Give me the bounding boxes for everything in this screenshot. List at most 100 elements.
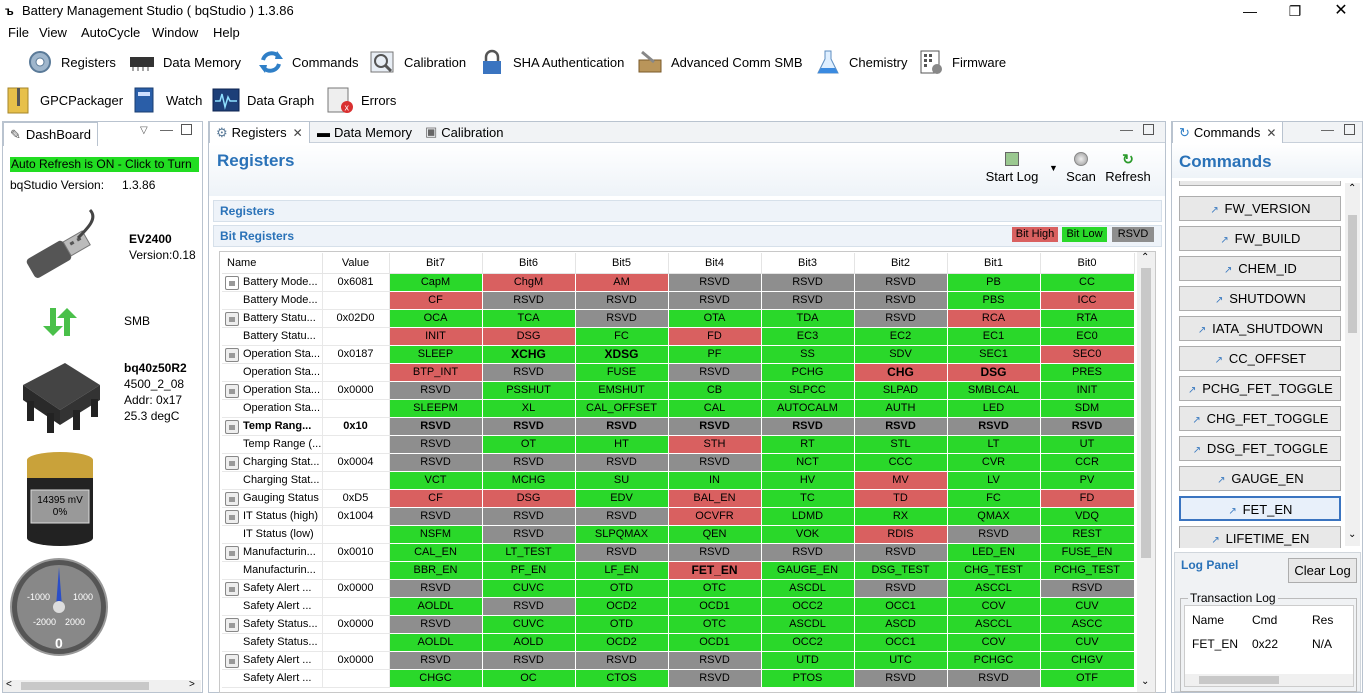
bit-cell[interactable]: DSG <box>947 363 1041 382</box>
bit-cell[interactable]: RSVD <box>854 579 948 598</box>
bit-cell[interactable]: RSVD <box>575 309 669 328</box>
bit-cell[interactable]: SEC0 <box>1040 345 1135 364</box>
bit-cell[interactable]: RSVD <box>389 507 483 526</box>
commands-vscrollbar[interactable]: ⌃ ⌄ <box>1345 183 1360 546</box>
register-row[interactable]: Safety Alert ... CHGC OC CTOS RSVD PTOS RSVD RS… <box>222 669 1135 688</box>
scroll-right-icon[interactable]: > <box>189 679 195 690</box>
bit-cell[interactable]: RSVD <box>389 579 483 598</box>
toolbar-calibration[interactable]: Calibration <box>369 44 466 80</box>
column-header[interactable]: Bit3 <box>761 253 855 274</box>
bit-cell[interactable]: RSVD <box>482 363 576 382</box>
bit-cell[interactable]: RDIS <box>854 525 948 544</box>
bit-cell[interactable]: EC1 <box>947 327 1041 346</box>
bit-cell[interactable]: OC <box>482 669 576 688</box>
bit-cell[interactable]: XCHG <box>482 345 576 364</box>
clear-log-button[interactable]: Clear Log <box>1288 558 1357 583</box>
bit-cell[interactable]: EC0 <box>1040 327 1135 346</box>
bit-cell[interactable]: RSVD <box>761 273 855 292</box>
start-log-button[interactable]: Start Log <box>985 152 1039 184</box>
lock-icon[interactable] <box>225 545 239 560</box>
bit-cell[interactable]: VOK <box>761 525 855 544</box>
bit-cell[interactable]: DSG_TEST <box>854 561 948 580</box>
scroll-up-icon[interactable]: ⌃ <box>1348 183 1356 194</box>
bit-cell[interactable]: LF_EN <box>575 561 669 580</box>
scan-button[interactable]: Scan <box>1066 152 1096 184</box>
column-header[interactable]: Bit0 <box>1040 253 1135 274</box>
bit-cell[interactable]: OCD2 <box>575 597 669 616</box>
bit-cell[interactable]: RSVD <box>947 417 1041 436</box>
register-row[interactable]: IT Status (high) 0x1004 RSVD RSVD RSVD OCVFR L… <box>222 507 1135 526</box>
bit-cell[interactable]: CAL_EN <box>389 543 483 562</box>
column-header[interactable]: Bit6 <box>482 253 576 274</box>
toolbar-commands[interactable]: Commands <box>257 44 358 80</box>
bit-cell[interactable]: ASCDL <box>761 615 855 634</box>
bit-cell[interactable]: RSVD <box>854 309 948 328</box>
lock-icon[interactable] <box>225 491 239 506</box>
tab-dashboard[interactable]: ✎ DashBoard <box>3 122 98 146</box>
register-row[interactable]: Battery Mode... 0x6081 CapM ChgM AM RSVD RSVD R… <box>222 273 1135 292</box>
bit-cell[interactable]: CC <box>1040 273 1135 292</box>
bit-cell[interactable]: EC3 <box>761 327 855 346</box>
register-row[interactable]: Operation Sta... 0x0187 SLEEP XCHG XDSG PF SS S… <box>222 345 1135 364</box>
bit-cell[interactable]: RSVD <box>1040 579 1135 598</box>
lock-icon[interactable] <box>225 347 239 362</box>
register-value[interactable] <box>322 525 390 544</box>
bit-cell[interactable]: REST <box>1040 525 1135 544</box>
command-button-chg-fet-toggle[interactable]: ↗ CHG_FET_TOGGLE <box>1179 406 1341 431</box>
maximize-view-icon[interactable] <box>1344 124 1355 135</box>
bit-cell[interactable]: ChgM <box>482 273 576 292</box>
bit-cell[interactable]: ASCC <box>1040 615 1135 634</box>
register-row[interactable]: IT Status (low) NSFM RSVD SLPQMAX QEN VOK RDIS… <box>222 525 1135 544</box>
bit-cell[interactable]: RSVD <box>575 651 669 670</box>
register-value[interactable]: 0x02D0 <box>322 309 390 328</box>
bit-cell[interactable]: AOLD <box>482 633 576 652</box>
bit-cell[interactable]: OTD <box>575 615 669 634</box>
tab-commands[interactable]: ↻ Commands ✕ <box>1172 121 1284 143</box>
column-header[interactable]: Bit2 <box>854 253 948 274</box>
bit-cell[interactable]: RSVD <box>575 417 669 436</box>
bit-cell[interactable]: SLPQMAX <box>575 525 669 544</box>
refresh-button[interactable]: ↻ Refresh <box>1105 152 1151 184</box>
register-value[interactable] <box>322 363 390 382</box>
bit-cell[interactable]: RSVD <box>668 273 762 292</box>
bit-cell[interactable]: CB <box>668 381 762 400</box>
bit-cell[interactable]: EDV <box>575 489 669 508</box>
command-button-fet-en[interactable]: ↗ FET_EN <box>1179 496 1341 521</box>
bit-cell[interactable]: RSVD <box>668 417 762 436</box>
view-menu-icon[interactable]: ▽ <box>140 125 148 136</box>
bit-cell[interactable]: ASCD <box>854 615 948 634</box>
bit-cell[interactable]: QMAX <box>947 507 1041 526</box>
register-value[interactable]: 0x0000 <box>322 381 390 400</box>
start-log-dropdown-icon[interactable]: ▼ <box>1049 163 1058 173</box>
bit-cell[interactable]: STH <box>668 435 762 454</box>
register-row[interactable]: Manufacturin... BBR_EN PF_EN LF_EN FET_EN GAU… <box>222 561 1135 580</box>
auto-refresh-toggle[interactable]: Auto Refresh is ON - Click to Turn <box>10 157 199 172</box>
bit-cell[interactable]: RSVD <box>389 435 483 454</box>
toolbar-advanced-comm-smb[interactable]: Advanced Comm SMB <box>636 44 803 80</box>
bit-cell[interactable]: LV <box>947 471 1041 490</box>
bit-cell[interactable]: INIT <box>389 327 483 346</box>
bit-cell[interactable]: TC <box>761 489 855 508</box>
bit-cell[interactable]: OCVFR <box>668 507 762 526</box>
bit-cell[interactable]: HT <box>575 435 669 454</box>
bit-cell[interactable]: AOLDL <box>389 633 483 652</box>
command-button-lifetime-en[interactable]: ↗ LIFETIME_EN <box>1179 526 1341 548</box>
bit-cell[interactable]: CTOS <box>575 669 669 688</box>
lock-icon[interactable] <box>225 581 239 596</box>
bit-cell[interactable]: RSVD <box>389 381 483 400</box>
bit-cell[interactable]: OCC2 <box>761 633 855 652</box>
register-row[interactable]: Battery Statu... INIT DSG FC FD EC3 EC2 EC1 EC0 <box>222 327 1135 346</box>
command-button-partial[interactable] <box>1179 181 1341 186</box>
register-row[interactable]: Temp Range (... RSVD OT HT STH RT STL LT UT <box>222 435 1135 454</box>
bit-cell[interactable]: FC <box>575 327 669 346</box>
maximize-view-icon[interactable] <box>1143 124 1154 135</box>
bit-cell[interactable]: RSVD <box>854 669 948 688</box>
bit-cell[interactable]: OCC1 <box>854 597 948 616</box>
bit-cell[interactable]: LED <box>947 399 1041 418</box>
column-header[interactable]: Name <box>222 253 323 274</box>
bit-cell[interactable]: IN <box>668 471 762 490</box>
bit-cell[interactable]: OCD1 <box>668 633 762 652</box>
commands-vscroll-thumb[interactable] <box>1348 215 1357 333</box>
bit-cell[interactable]: VDQ <box>1040 507 1135 526</box>
bit-cell[interactable]: RTA <box>1040 309 1135 328</box>
